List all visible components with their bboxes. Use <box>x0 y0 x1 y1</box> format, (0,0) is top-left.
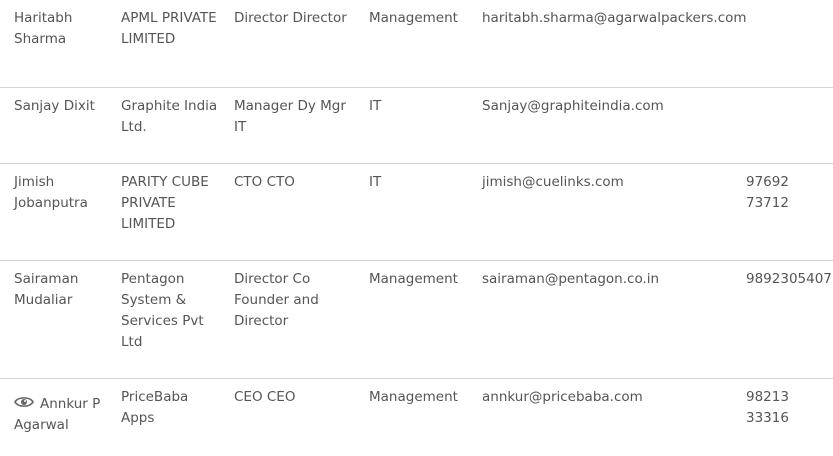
contact-company: PriceBaba Apps <box>121 389 189 426</box>
contact-designation: Director Director <box>234 10 347 26</box>
contact-company: APML PRIVATE LIMITED <box>121 10 217 47</box>
contact-department: Management <box>369 389 458 405</box>
contact-email[interactable]: sairaman@pentagon.co.in <box>482 269 737 290</box>
contact-email[interactable]: Sanjay@graphiteindia.com <box>482 96 737 117</box>
table-row: Sairaman Mudaliar Pentagon System & Serv… <box>0 261 833 379</box>
contact-designation: CTO CTO <box>234 174 295 190</box>
table-row: Jimish Jobanputra PARITY CUBE PRIVATE LI… <box>0 164 833 261</box>
table-row: Annkur P Agarwal PriceBaba Apps CEO CEO … <box>0 379 833 456</box>
contact-name: Haritabh Sharma <box>14 10 73 47</box>
table-row: Haritabh Sharma APML PRIVATE LIMITED Dir… <box>0 0 833 88</box>
contact-designation: Director Co Founder and Director <box>234 271 319 329</box>
table-row: Sanjay Dixit Graphite India Ltd. Manager… <box>0 88 833 164</box>
contact-department: Management <box>369 10 458 26</box>
contacts-table: Haritabh Sharma APML PRIVATE LIMITED Dir… <box>0 0 833 456</box>
contact-company: Pentagon System & Services Pvt Ltd <box>121 271 204 350</box>
contact-designation: CEO CEO <box>234 389 296 405</box>
contact-department: IT <box>369 174 382 190</box>
contact-phone: 97692 73712 <box>746 174 789 211</box>
contact-name-cell: Annkur P Agarwal <box>14 394 106 436</box>
contact-name: Jimish Jobanputra <box>14 174 88 211</box>
contact-email[interactable]: haritabh.sharma@agarwalpackers.com <box>482 8 747 29</box>
contact-phone: 9892305407 <box>746 271 832 287</box>
contact-name: Sanjay Dixit <box>14 98 95 114</box>
eye-icon[interactable] <box>14 395 34 409</box>
contact-company: Graphite India Ltd. <box>121 98 218 135</box>
contact-name: Sairaman Mudaliar <box>14 271 79 308</box>
contact-phone: 98213 33316 <box>746 389 789 426</box>
contact-department: IT <box>369 98 382 114</box>
contact-designation: Manager Dy Mgr IT <box>234 98 346 135</box>
contact-email[interactable]: annkur@pricebaba.com <box>482 387 737 408</box>
contact-email[interactable]: jimish@cuelinks.com <box>482 172 737 193</box>
contact-company: PARITY CUBE PRIVATE LIMITED <box>121 174 209 232</box>
contact-department: Management <box>369 271 458 287</box>
